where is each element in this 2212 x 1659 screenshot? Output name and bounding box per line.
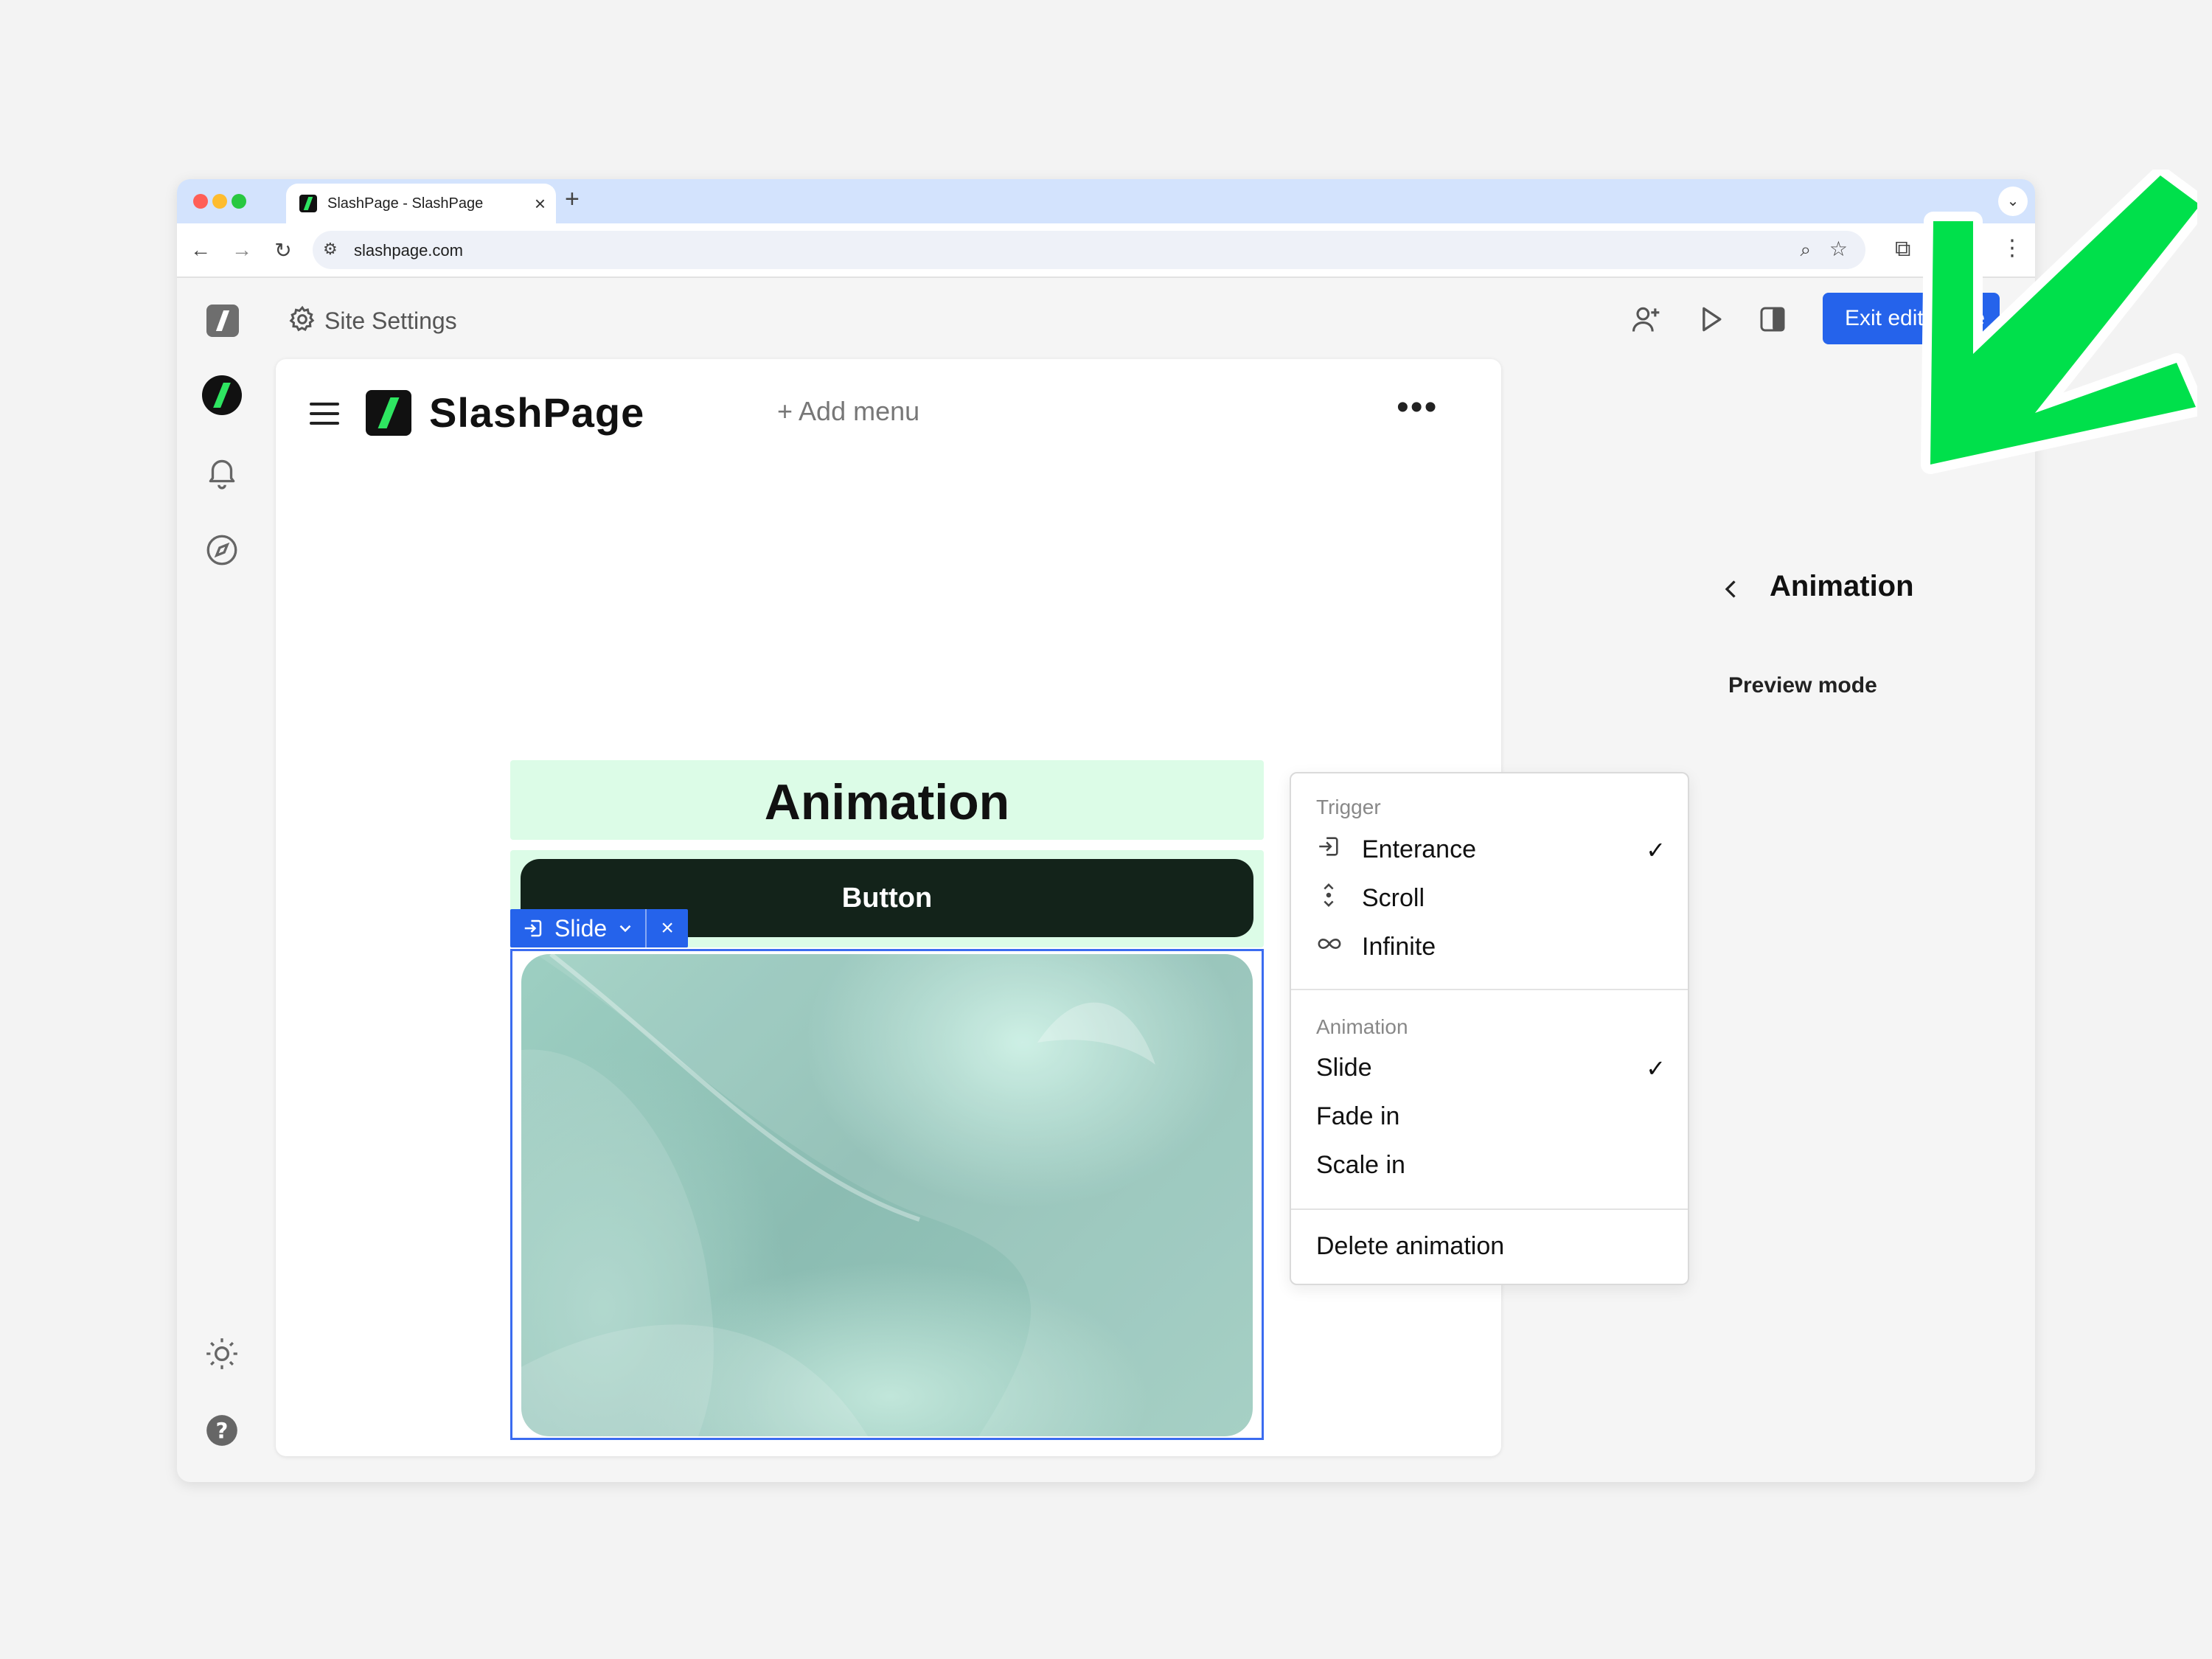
favicon-icon: [299, 195, 317, 212]
forward-button[interactable]: →: [229, 238, 255, 262]
sun-icon[interactable]: [204, 1335, 240, 1372]
animation-toolbar: Slide ×: [510, 909, 689, 947]
animation-type-dropdown[interactable]: Slide: [510, 909, 647, 947]
menu-divider: [1291, 1208, 1688, 1210]
trigger-item-label: Infinite: [1362, 933, 1436, 961]
animation-item-label: Slide: [1316, 1054, 1372, 1082]
abstract-image[interactable]: [521, 954, 1253, 1436]
new-tab-button[interactable]: +: [565, 185, 580, 214]
bell-icon[interactable]: [204, 453, 240, 490]
svg-text:?: ?: [216, 1418, 229, 1443]
hamburger-menu-icon[interactable]: [308, 400, 341, 427]
animation-item-label: Fade in: [1316, 1102, 1400, 1130]
panel-title: Animation: [1770, 570, 1914, 602]
back-chevron-icon[interactable]: [1718, 574, 1745, 604]
delete-animation-item[interactable]: Delete animation: [1316, 1232, 1504, 1261]
add-user-icon[interactable]: [1630, 303, 1662, 335]
toggle-panel-icon[interactable]: [1758, 305, 1787, 334]
animation-type-label: Slide: [554, 914, 608, 942]
tab-strip: SlashPage - SlashPage × + ⌄: [177, 179, 2035, 223]
chevron-down-icon: [619, 925, 631, 933]
browser-toolbar: ← → ↻ ⚙ slashpage.com ⌕ ☆ ⧉ ⋮: [177, 223, 2035, 278]
animation-item-scale-in[interactable]: Scale in: [1316, 1151, 1405, 1180]
trigger-item-enterance[interactable]: Enterance ✓: [1316, 834, 1666, 866]
site-logo[interactable]: [366, 390, 411, 436]
url-text[interactable]: slashpage.com: [354, 241, 463, 260]
trigger-item-label: Enterance: [1362, 835, 1476, 863]
back-button[interactable]: ←: [187, 238, 214, 262]
scroll-icon: [1316, 883, 1362, 914]
add-menu-button[interactable]: + Add menu: [777, 396, 919, 427]
play-icon[interactable]: [1694, 303, 1727, 335]
browser-window: SlashPage - SlashPage × + ⌄ ← → ↻ ⚙ slas…: [177, 179, 2035, 1482]
address-bar[interactable]: ⚙ slashpage.com ⌕ ☆: [313, 231, 1865, 269]
enter-icon: [1316, 834, 1362, 866]
trigger-section-title: Trigger: [1316, 796, 1381, 818]
workspace-avatar[interactable]: [202, 375, 242, 415]
enter-icon: [524, 919, 542, 937]
browser-tab[interactable]: SlashPage - SlashPage ×: [286, 184, 556, 223]
preview-mode-label: Preview mode: [1728, 673, 1877, 698]
delete-animation-label: Delete animation: [1316, 1232, 1505, 1260]
animation-item-slide[interactable]: Slide ✓: [1316, 1054, 1666, 1082]
check-icon: ✓: [1646, 1054, 1666, 1082]
heading-text[interactable]: Animation: [510, 773, 1264, 831]
app-logo[interactable]: [206, 305, 239, 337]
menu-divider: [1291, 989, 1688, 990]
trigger-item-label: Scroll: [1362, 884, 1425, 912]
tab-close-button[interactable]: ×: [535, 192, 546, 215]
minimize-window-button[interactable]: [212, 194, 227, 209]
reload-button[interactable]: ↻: [270, 238, 296, 262]
trigger-item-infinite[interactable]: Infinite: [1316, 931, 1436, 963]
animation-item-label: Scale in: [1316, 1151, 1405, 1179]
check-icon: ✓: [1646, 836, 1666, 863]
annotation-arrow-icon: [1921, 170, 2197, 474]
close-window-button[interactable]: [193, 194, 208, 209]
remove-animation-button[interactable]: ×: [647, 916, 688, 941]
trigger-item-scroll[interactable]: Scroll: [1316, 883, 1425, 914]
site-name[interactable]: SlashPage: [429, 389, 644, 437]
zoom-icon[interactable]: ⌕: [1800, 238, 1811, 262]
more-options-icon[interactable]: •••: [1397, 387, 1438, 428]
help-icon[interactable]: ?: [204, 1412, 240, 1449]
extensions-icon[interactable]: ⧉: [1895, 237, 1910, 262]
tab-title: SlashPage - SlashPage: [327, 195, 484, 212]
image-block-selection[interactable]: [510, 949, 1264, 1440]
animation-item-fade-in[interactable]: Fade in: [1316, 1102, 1399, 1131]
heading-block[interactable]: Animation: [510, 760, 1264, 840]
animation-dropdown-menu: Trigger Enterance ✓ Scroll Infinite Anim…: [1290, 772, 1689, 1285]
compass-icon[interactable]: [204, 532, 240, 568]
infinity-icon: [1316, 931, 1362, 963]
gear-icon[interactable]: [288, 305, 317, 334]
site-settings-link[interactable]: Site Settings: [324, 307, 457, 335]
zoom-window-button[interactable]: [232, 194, 246, 209]
animation-section-title: Animation: [1316, 1015, 1408, 1038]
bookmark-star-icon[interactable]: ☆: [1829, 237, 1848, 261]
site-info-icon[interactable]: ⚙: [323, 240, 338, 259]
